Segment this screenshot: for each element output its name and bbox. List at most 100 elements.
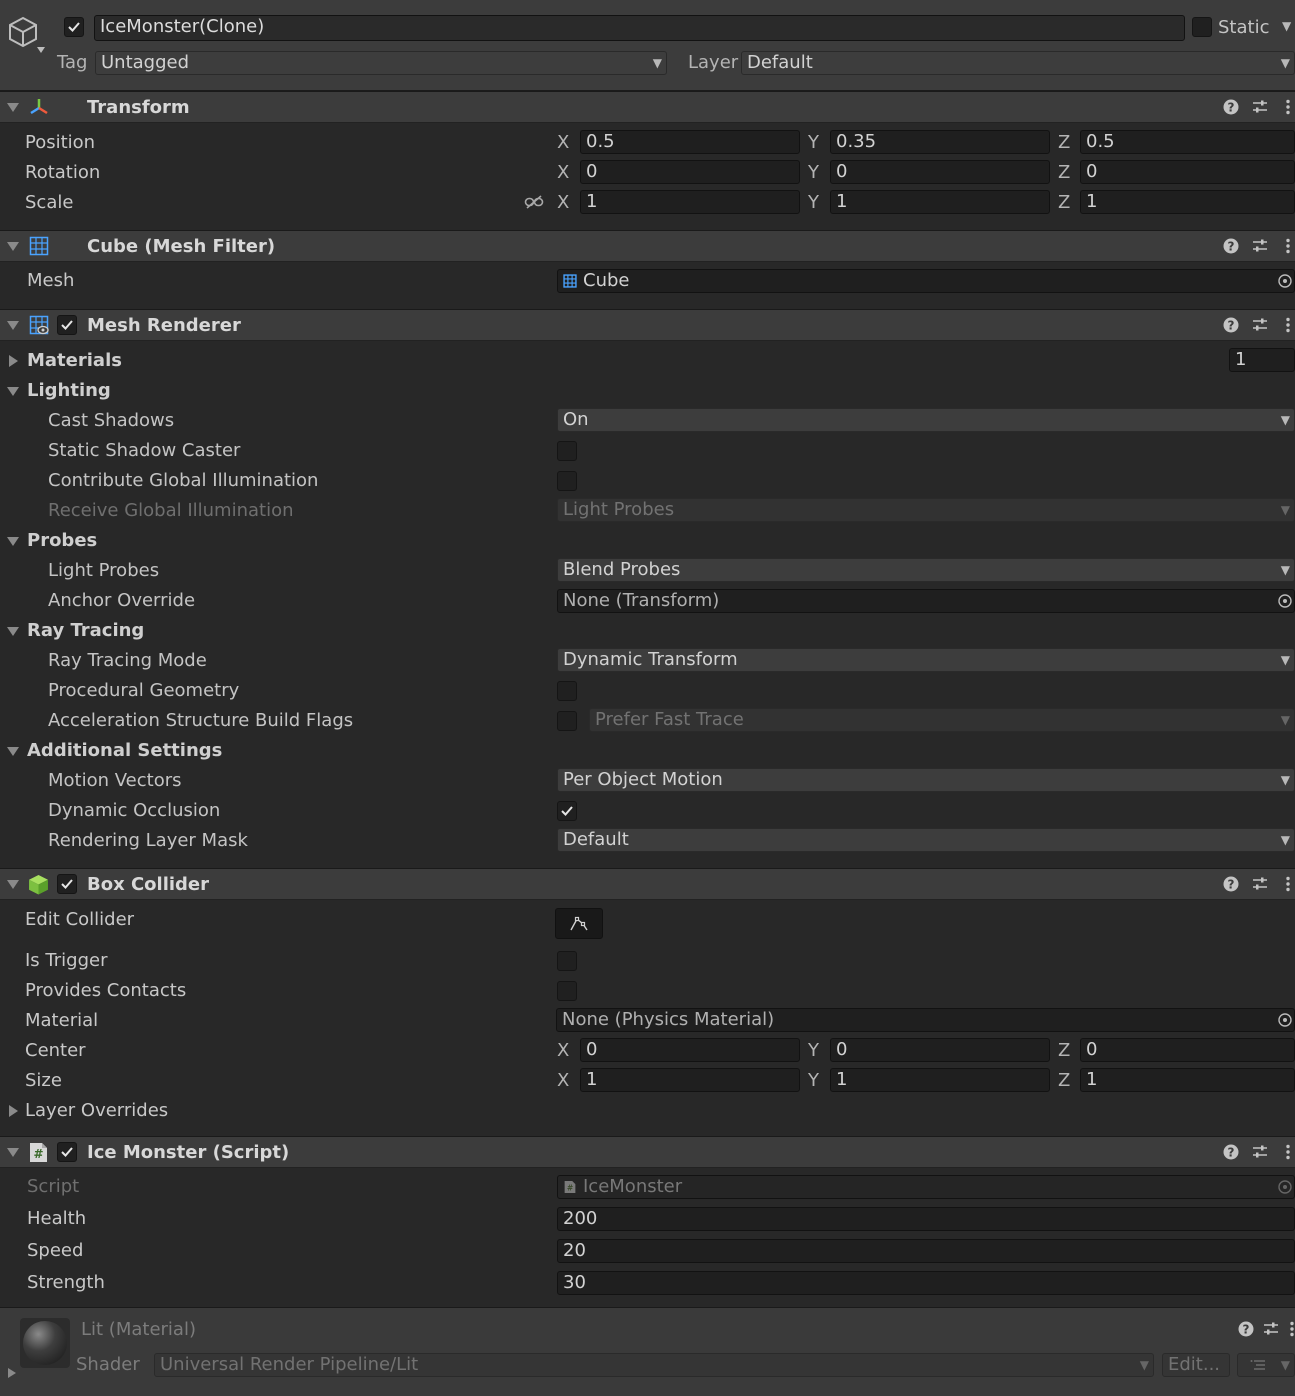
axis-x-label[interactable]: X	[557, 1040, 569, 1062]
center-x-field[interactable]: 0	[580, 1038, 800, 1062]
probes-label[interactable]: Probes	[27, 530, 97, 552]
gameobject-active-checkbox[interactable]	[64, 17, 84, 37]
material-foldout-arrow[interactable]	[8, 1368, 16, 1378]
help-icon[interactable]: ?	[1223, 238, 1239, 254]
axis-z-label[interactable]: Z	[1058, 1040, 1070, 1062]
probes-foldout-arrow[interactable]	[7, 537, 19, 546]
scale-z-field[interactable]: 1	[1080, 190, 1295, 214]
accel-flags-checkbox[interactable]	[557, 711, 577, 731]
motion-vectors-dropdown[interactable]: Per Object Motion ▼	[557, 768, 1295, 792]
anchor-override-field[interactable]: None (Transform)	[557, 589, 1295, 613]
target-icon[interactable]	[1278, 1013, 1292, 1027]
additional-settings-foldout-arrow[interactable]	[7, 747, 19, 756]
presets-icon[interactable]	[1252, 238, 1268, 254]
health-field[interactable]: 200	[557, 1207, 1295, 1231]
size-z-field[interactable]: 1	[1080, 1068, 1295, 1092]
axis-y-label[interactable]: Y	[808, 162, 819, 184]
layer-dropdown[interactable]: Default ▼	[741, 51, 1295, 75]
edit-collider-button[interactable]	[555, 908, 603, 939]
ray-tracing-mode-dropdown[interactable]: Dynamic Transform ▼	[557, 648, 1295, 672]
target-icon[interactable]	[1278, 594, 1292, 608]
foldout-arrow[interactable]	[7, 321, 19, 330]
center-y-field[interactable]: 0	[830, 1038, 1050, 1062]
additional-settings-label[interactable]: Additional Settings	[27, 740, 222, 762]
static-checkbox[interactable]	[1192, 17, 1212, 37]
more-icon[interactable]	[1285, 238, 1291, 254]
axis-y-label[interactable]: Y	[808, 192, 819, 214]
box-collider-enabled-checkbox[interactable]	[57, 874, 77, 894]
cast-shadows-dropdown[interactable]: On ▼	[557, 408, 1295, 432]
static-shadow-caster-checkbox[interactable]	[557, 441, 577, 461]
axis-x-label[interactable]: X	[557, 132, 569, 154]
light-probes-dropdown[interactable]: Blend Probes ▼	[557, 558, 1295, 582]
axis-z-label[interactable]: Z	[1058, 1070, 1070, 1092]
tag-dropdown[interactable]: Untagged ▼	[95, 51, 667, 75]
link-icon[interactable]	[524, 194, 544, 210]
mesh-renderer-enabled-checkbox[interactable]	[57, 315, 77, 335]
scale-x-field[interactable]: 1	[580, 190, 800, 214]
more-icon[interactable]	[1285, 876, 1291, 892]
foldout-arrow[interactable]	[7, 880, 19, 889]
foldout-arrow[interactable]	[7, 1148, 19, 1157]
rotation-y-field[interactable]: 0	[830, 160, 1050, 184]
icon-dropdown-caret[interactable]	[37, 47, 45, 53]
materials-label[interactable]: Materials	[27, 350, 122, 372]
axis-y-label[interactable]: Y	[808, 1040, 819, 1062]
mesh-renderer-header[interactable]: Mesh Renderer ?	[0, 309, 1295, 341]
axis-x-label[interactable]: X	[557, 1070, 569, 1092]
presets-icon[interactable]	[1263, 1321, 1279, 1337]
contribute-gi-checkbox[interactable]	[557, 471, 577, 491]
center-z-field[interactable]: 0	[1080, 1038, 1295, 1062]
axis-y-label[interactable]: Y	[808, 1070, 819, 1092]
dynamic-occlusion-checkbox[interactable]	[557, 801, 577, 821]
materials-count-field[interactable]: 1	[1229, 348, 1295, 372]
mesh-object-field[interactable]: Cube	[557, 269, 1295, 293]
axis-y-label[interactable]: Y	[808, 132, 819, 154]
rendering-layer-mask-dropdown[interactable]: Default ▼	[557, 828, 1295, 852]
box-collider-header[interactable]: Box Collider ?	[0, 868, 1295, 900]
strength-field[interactable]: 30	[557, 1271, 1295, 1295]
position-y-field[interactable]: 0.35	[830, 130, 1050, 154]
is-trigger-checkbox[interactable]	[557, 951, 577, 971]
foldout-arrow[interactable]	[7, 242, 19, 251]
gameobject-name-field[interactable]: IceMonster(Clone)	[94, 15, 1185, 41]
static-dropdown-caret[interactable]: ▼	[1282, 19, 1291, 33]
presets-icon[interactable]	[1252, 876, 1268, 892]
size-y-field[interactable]: 1	[830, 1068, 1050, 1092]
mesh-filter-header[interactable]: Cube (Mesh Filter) ?	[0, 230, 1295, 262]
scale-y-field[interactable]: 1	[830, 190, 1050, 214]
position-z-field[interactable]: 0.5	[1080, 130, 1295, 154]
ray-tracing-foldout-arrow[interactable]	[7, 627, 19, 636]
axis-z-label[interactable]: Z	[1058, 132, 1070, 154]
ray-tracing-label[interactable]: Ray Tracing	[27, 620, 144, 642]
help-icon[interactable]: ?	[1223, 317, 1239, 333]
more-icon[interactable]	[1289, 1321, 1295, 1337]
transform-header[interactable]: Transform ?	[0, 91, 1295, 123]
materials-foldout-arrow[interactable]	[9, 355, 18, 367]
speed-field[interactable]: 20	[557, 1239, 1295, 1263]
presets-icon[interactable]	[1252, 99, 1268, 115]
axis-z-label[interactable]: Z	[1058, 162, 1070, 184]
help-icon[interactable]: ?	[1223, 1144, 1239, 1160]
axis-z-label[interactable]: Z	[1058, 192, 1070, 214]
axis-x-label[interactable]: X	[557, 162, 569, 184]
size-x-field[interactable]: 1	[580, 1068, 800, 1092]
script-enabled-checkbox[interactable]	[57, 1142, 77, 1162]
provides-contacts-checkbox[interactable]	[557, 981, 577, 1001]
script-header[interactable]: # Ice Monster (Script) ?	[0, 1136, 1295, 1168]
procedural-geometry-checkbox[interactable]	[557, 681, 577, 701]
help-icon[interactable]: ?	[1223, 99, 1239, 115]
presets-icon[interactable]	[1252, 1144, 1268, 1160]
foldout-arrow[interactable]	[7, 103, 19, 112]
help-icon[interactable]: ?	[1238, 1321, 1254, 1337]
more-icon[interactable]	[1285, 317, 1291, 333]
lighting-foldout-arrow[interactable]	[7, 387, 19, 396]
layer-overrides-foldout-arrow[interactable]	[9, 1105, 18, 1117]
axis-x-label[interactable]: X	[557, 192, 569, 214]
lighting-label[interactable]: Lighting	[27, 380, 111, 402]
more-icon[interactable]	[1285, 99, 1291, 115]
presets-icon[interactable]	[1252, 317, 1268, 333]
help-icon[interactable]: ?	[1223, 876, 1239, 892]
rotation-x-field[interactable]: 0	[580, 160, 800, 184]
more-icon[interactable]	[1285, 1144, 1291, 1160]
